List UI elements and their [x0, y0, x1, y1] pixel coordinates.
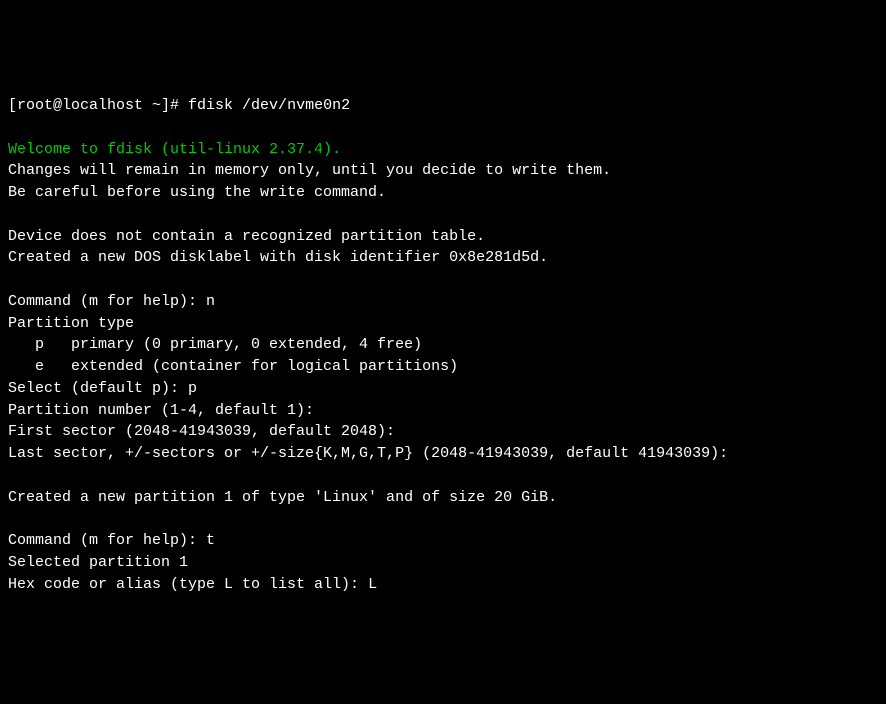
select-prompt: Select (default p): p — [8, 380, 197, 397]
info-text: Created a new DOS disklabel with disk id… — [8, 249, 548, 266]
first-sector-prompt: First sector (2048-41943039, default 204… — [8, 423, 395, 440]
hex-code-prompt: Hex code or alias (type L to list all): … — [8, 576, 377, 593]
welcome-message: Welcome to fdisk (util-linux 2.37.4). — [8, 141, 341, 158]
command-prompt: Command (m for help): n — [8, 293, 215, 310]
terminal-output: [root@localhost ~]# fdisk /dev/nvme0n2 W… — [8, 95, 878, 595]
user-input[interactable]: n — [206, 293, 215, 310]
user-input[interactable]: t — [206, 532, 215, 549]
command-prompt: Command (m for help): t — [8, 532, 215, 549]
user-host: [root@localhost ~]# — [8, 97, 179, 114]
user-input[interactable]: p — [188, 380, 197, 397]
command-text: fdisk /dev/nvme0n2 — [188, 97, 350, 114]
option-extended: e extended (container for logical partit… — [8, 358, 458, 375]
user-input[interactable]: L — [368, 576, 377, 593]
info-text: Device does not contain a recognized par… — [8, 228, 485, 245]
option-primary: p primary (0 primary, 0 extended, 4 free… — [8, 336, 422, 353]
info-text: Changes will remain in memory only, unti… — [8, 162, 611, 179]
shell-prompt: [root@localhost ~]# fdisk /dev/nvme0n2 — [8, 97, 350, 114]
last-sector-prompt: Last sector, +/-sectors or +/-size{K,M,G… — [8, 445, 728, 462]
selected-partition: Selected partition 1 — [8, 554, 188, 571]
partition-type-header: Partition type — [8, 315, 134, 332]
created-message: Created a new partition 1 of type 'Linux… — [8, 489, 557, 506]
info-text: Be careful before using the write comman… — [8, 184, 386, 201]
partition-number-prompt: Partition number (1-4, default 1): — [8, 402, 314, 419]
